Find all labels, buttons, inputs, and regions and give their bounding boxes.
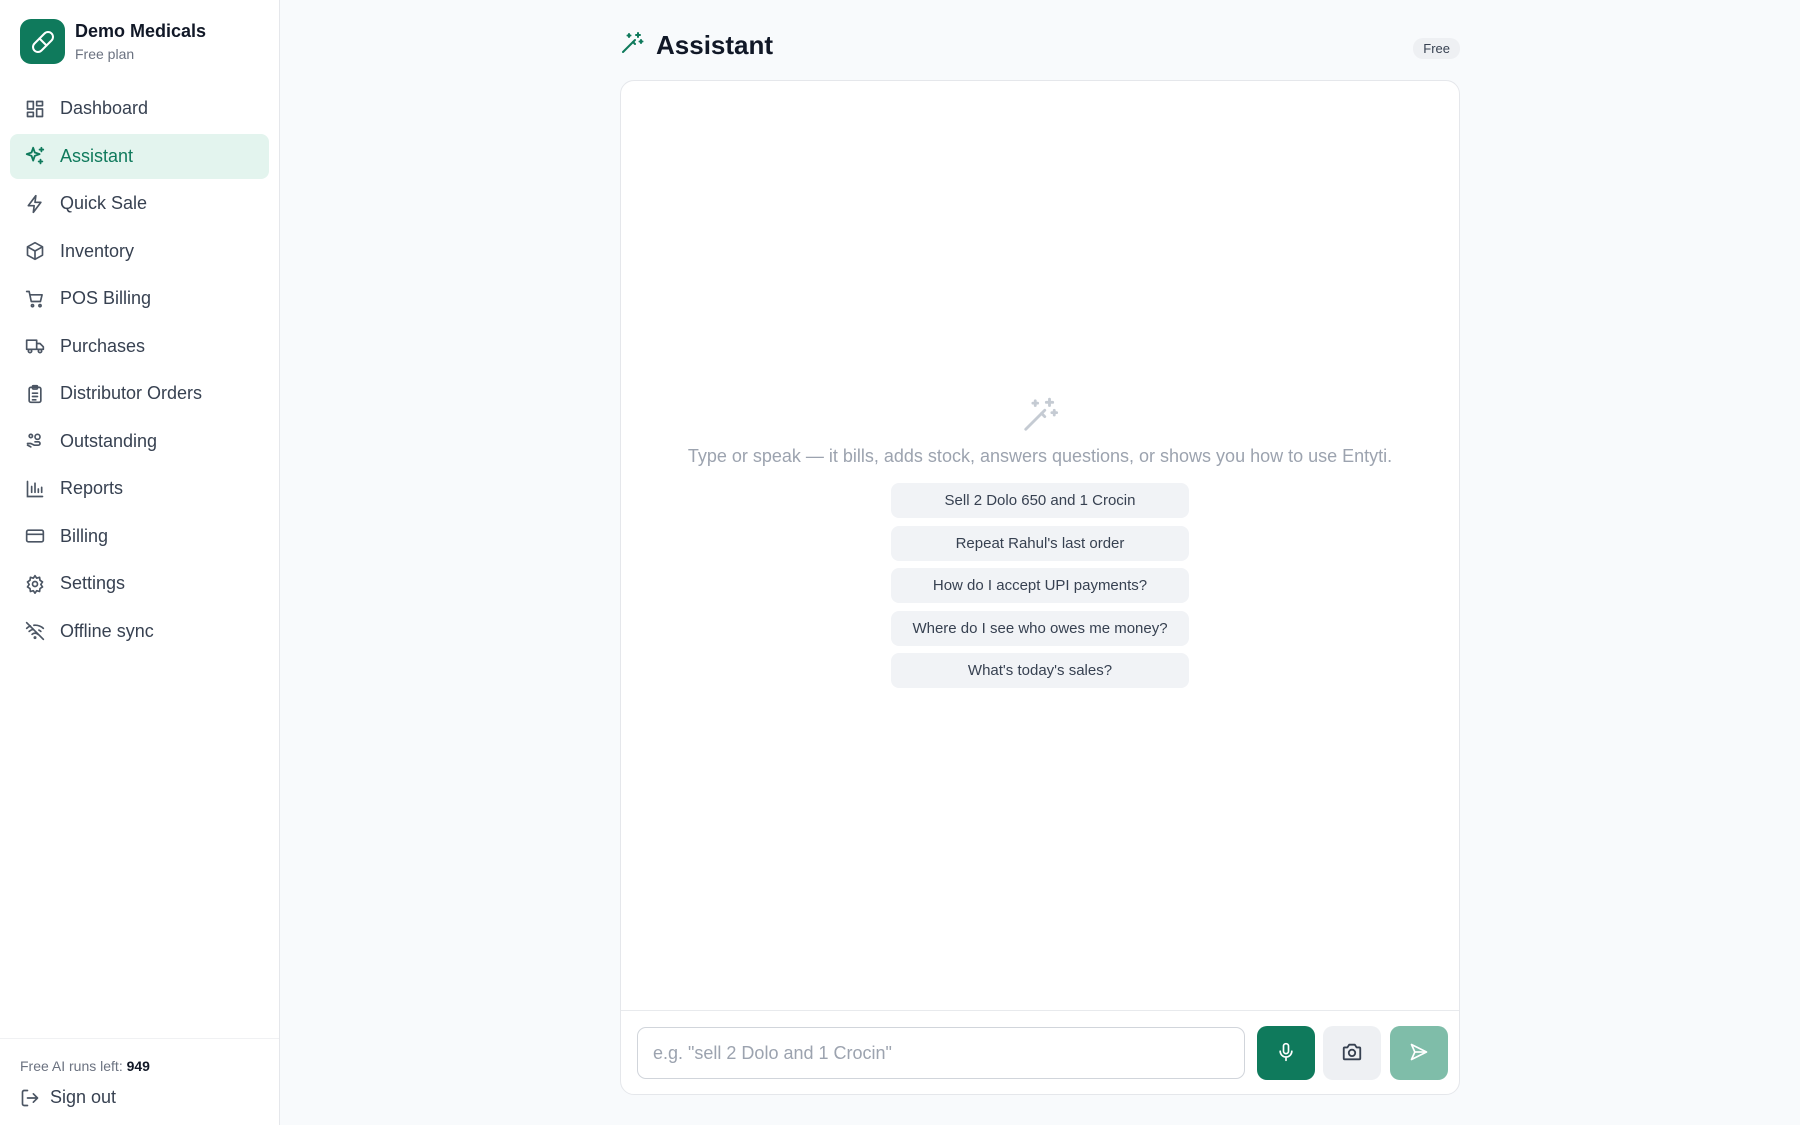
chat-panel: Type or speak — it bills, adds stock, an…: [620, 80, 1460, 1095]
sidebar-item-dashboard[interactable]: Dashboard: [10, 86, 269, 131]
composer: [621, 1010, 1459, 1094]
sidebar-footer: Free AI runs left: 949 Sign out: [0, 1038, 279, 1107]
dashboard-icon: [24, 98, 46, 120]
sidebar-item-billing[interactable]: Billing: [10, 514, 269, 559]
sidebar-item-assistant[interactable]: Assistant: [10, 133, 269, 179]
truck-icon: [24, 335, 46, 357]
magic-wand-icon: [621, 396, 1459, 434]
sidebar: Demo Medicals Free plan Dashboard Assist…: [0, 0, 280, 1125]
sidebar-item-purchases[interactable]: Purchases: [10, 324, 269, 369]
suggestion-list: Sell 2 Dolo 650 and 1 Crocin Repeat Rahu…: [621, 483, 1459, 696]
clipboard-icon: [24, 383, 46, 405]
logout-icon: [20, 1088, 40, 1108]
sidebar-item-reports[interactable]: Reports: [10, 466, 269, 511]
empty-state: Type or speak — it bills, adds stock, an…: [621, 396, 1459, 696]
lightning-icon: [24, 193, 46, 215]
sidebar-item-label: Assistant: [60, 145, 134, 166]
empty-state-text: Type or speak — it bills, adds stock, an…: [687, 446, 1393, 466]
sidebar-item-label: Outstanding: [60, 430, 158, 451]
hand-coins-icon: [24, 430, 46, 452]
page-title-text: Assistant: [656, 30, 774, 60]
sidebar-item-inventory[interactable]: Inventory: [10, 229, 269, 274]
ai-runs-count: 949: [126, 1058, 150, 1074]
ai-runs-remaining: Free AI runs left: 949: [20, 1058, 150, 1074]
send-icon: [1409, 1042, 1429, 1065]
bar-chart-icon: [24, 478, 46, 500]
camera-button[interactable]: [1323, 1026, 1381, 1080]
page-header: Assistant Free: [620, 30, 1460, 66]
microphone-icon: [1276, 1042, 1296, 1065]
sidebar-item-quick-sale[interactable]: Quick Sale: [10, 181, 269, 226]
suggestion-chip[interactable]: Repeat Rahul's last order: [891, 525, 1189, 561]
sidebar-item-label: Quick Sale: [60, 193, 148, 213]
sign-out-button[interactable]: Sign out: [20, 1087, 116, 1108]
magic-wand-icon: [620, 31, 644, 60]
brand[interactable]: Demo Medicals Free plan: [20, 19, 206, 64]
sidebar-item-label: Dashboard: [60, 98, 149, 118]
page-title: Assistant: [620, 30, 773, 61]
suggestion-chip[interactable]: What's today's sales?: [891, 653, 1189, 688]
gear-icon: [24, 573, 46, 595]
wifi-off-icon: [24, 620, 46, 642]
plan-badge: Free: [1413, 38, 1460, 59]
suggestion-chip[interactable]: Sell 2 Dolo 650 and 1 Crocin: [891, 483, 1189, 518]
camera-icon: [1341, 1041, 1363, 1066]
sidebar-item-label: Reports: [60, 478, 124, 498]
suggestion-chip[interactable]: Where do I see who owes me money?: [891, 610, 1189, 646]
sidebar-item-settings[interactable]: Settings: [10, 561, 269, 606]
sidebar-item-outstanding[interactable]: Outstanding: [10, 419, 269, 464]
credit-card-icon: [24, 525, 46, 547]
package-icon: [24, 240, 46, 262]
sparkles-icon: [24, 145, 46, 167]
sidebar-item-label: Inventory: [60, 240, 135, 261]
sidebar-item-pos-billing[interactable]: POS Billing: [10, 276, 269, 321]
brand-name: Demo Medicals: [75, 21, 207, 41]
brand-plan: Free plan: [75, 46, 135, 62]
cart-icon: [24, 288, 46, 310]
sidebar-item-offline-sync[interactable]: Offline sync: [10, 609, 269, 654]
sidebar-nav: Dashboard Assistant Quick Sale Inventory…: [10, 86, 269, 656]
sidebar-item-label: Offline sync: [60, 620, 154, 641]
sidebar-item-label: Purchases: [60, 335, 146, 356]
sidebar-item-label: Settings: [60, 573, 126, 593]
sidebar-item-distributor-orders[interactable]: Distributor Orders: [10, 371, 269, 416]
ai-runs-label: Free AI runs left:: [20, 1058, 123, 1074]
message-input[interactable]: [637, 1027, 1245, 1079]
voice-input-button[interactable]: [1257, 1026, 1315, 1080]
pill-icon: [20, 19, 65, 64]
sign-out-label: Sign out: [50, 1087, 117, 1107]
sidebar-item-label: POS Billing: [60, 288, 152, 308]
sidebar-item-label: Billing: [60, 525, 109, 546]
suggestion-chip[interactable]: How do I accept UPI payments?: [891, 568, 1189, 603]
sidebar-item-label: Distributor Orders: [60, 383, 203, 403]
send-button[interactable]: [1390, 1026, 1448, 1080]
